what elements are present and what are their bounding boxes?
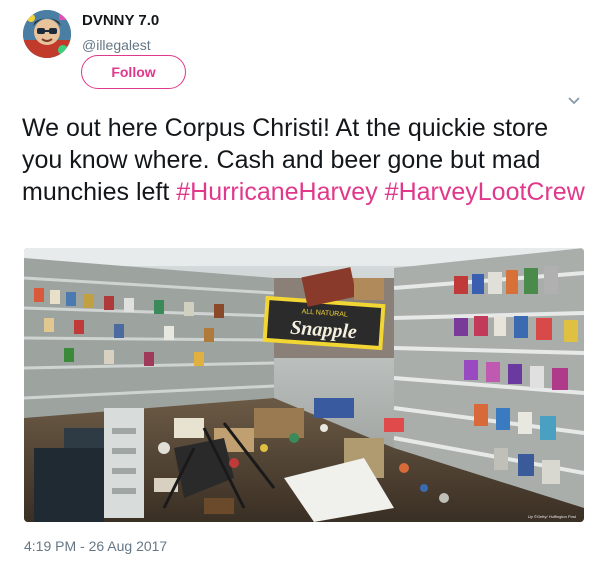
display-name[interactable]: DVNNY 7.0 xyxy=(82,12,159,29)
avatar-image xyxy=(23,10,71,58)
user-handle[interactable]: @illegalest xyxy=(82,37,151,53)
photo-credit: Up ©Getty/ Huffington Post xyxy=(528,514,577,519)
follow-button[interactable]: Follow xyxy=(81,55,186,89)
tweet-timestamp[interactable]: 4:19 PM - 26 Aug 2017 xyxy=(24,538,167,554)
store-aisle-image: ALL NATURAL Snapple Up ©Getty/ Huffingto… xyxy=(24,248,584,522)
hashtag-link[interactable]: #HurricaneHarvey xyxy=(176,178,377,206)
avatar[interactable] xyxy=(23,10,71,58)
sign-text: Snapple xyxy=(289,317,357,344)
tweet-photo[interactable]: ALL NATURAL Snapple Up ©Getty/ Huffingto… xyxy=(24,248,584,522)
chevron-down-icon[interactable] xyxy=(566,94,582,106)
tweet-text: We out here Corpus Christi! At the quick… xyxy=(22,112,592,208)
hashtag-link[interactable]: #HarveyLootCrew xyxy=(385,178,585,206)
